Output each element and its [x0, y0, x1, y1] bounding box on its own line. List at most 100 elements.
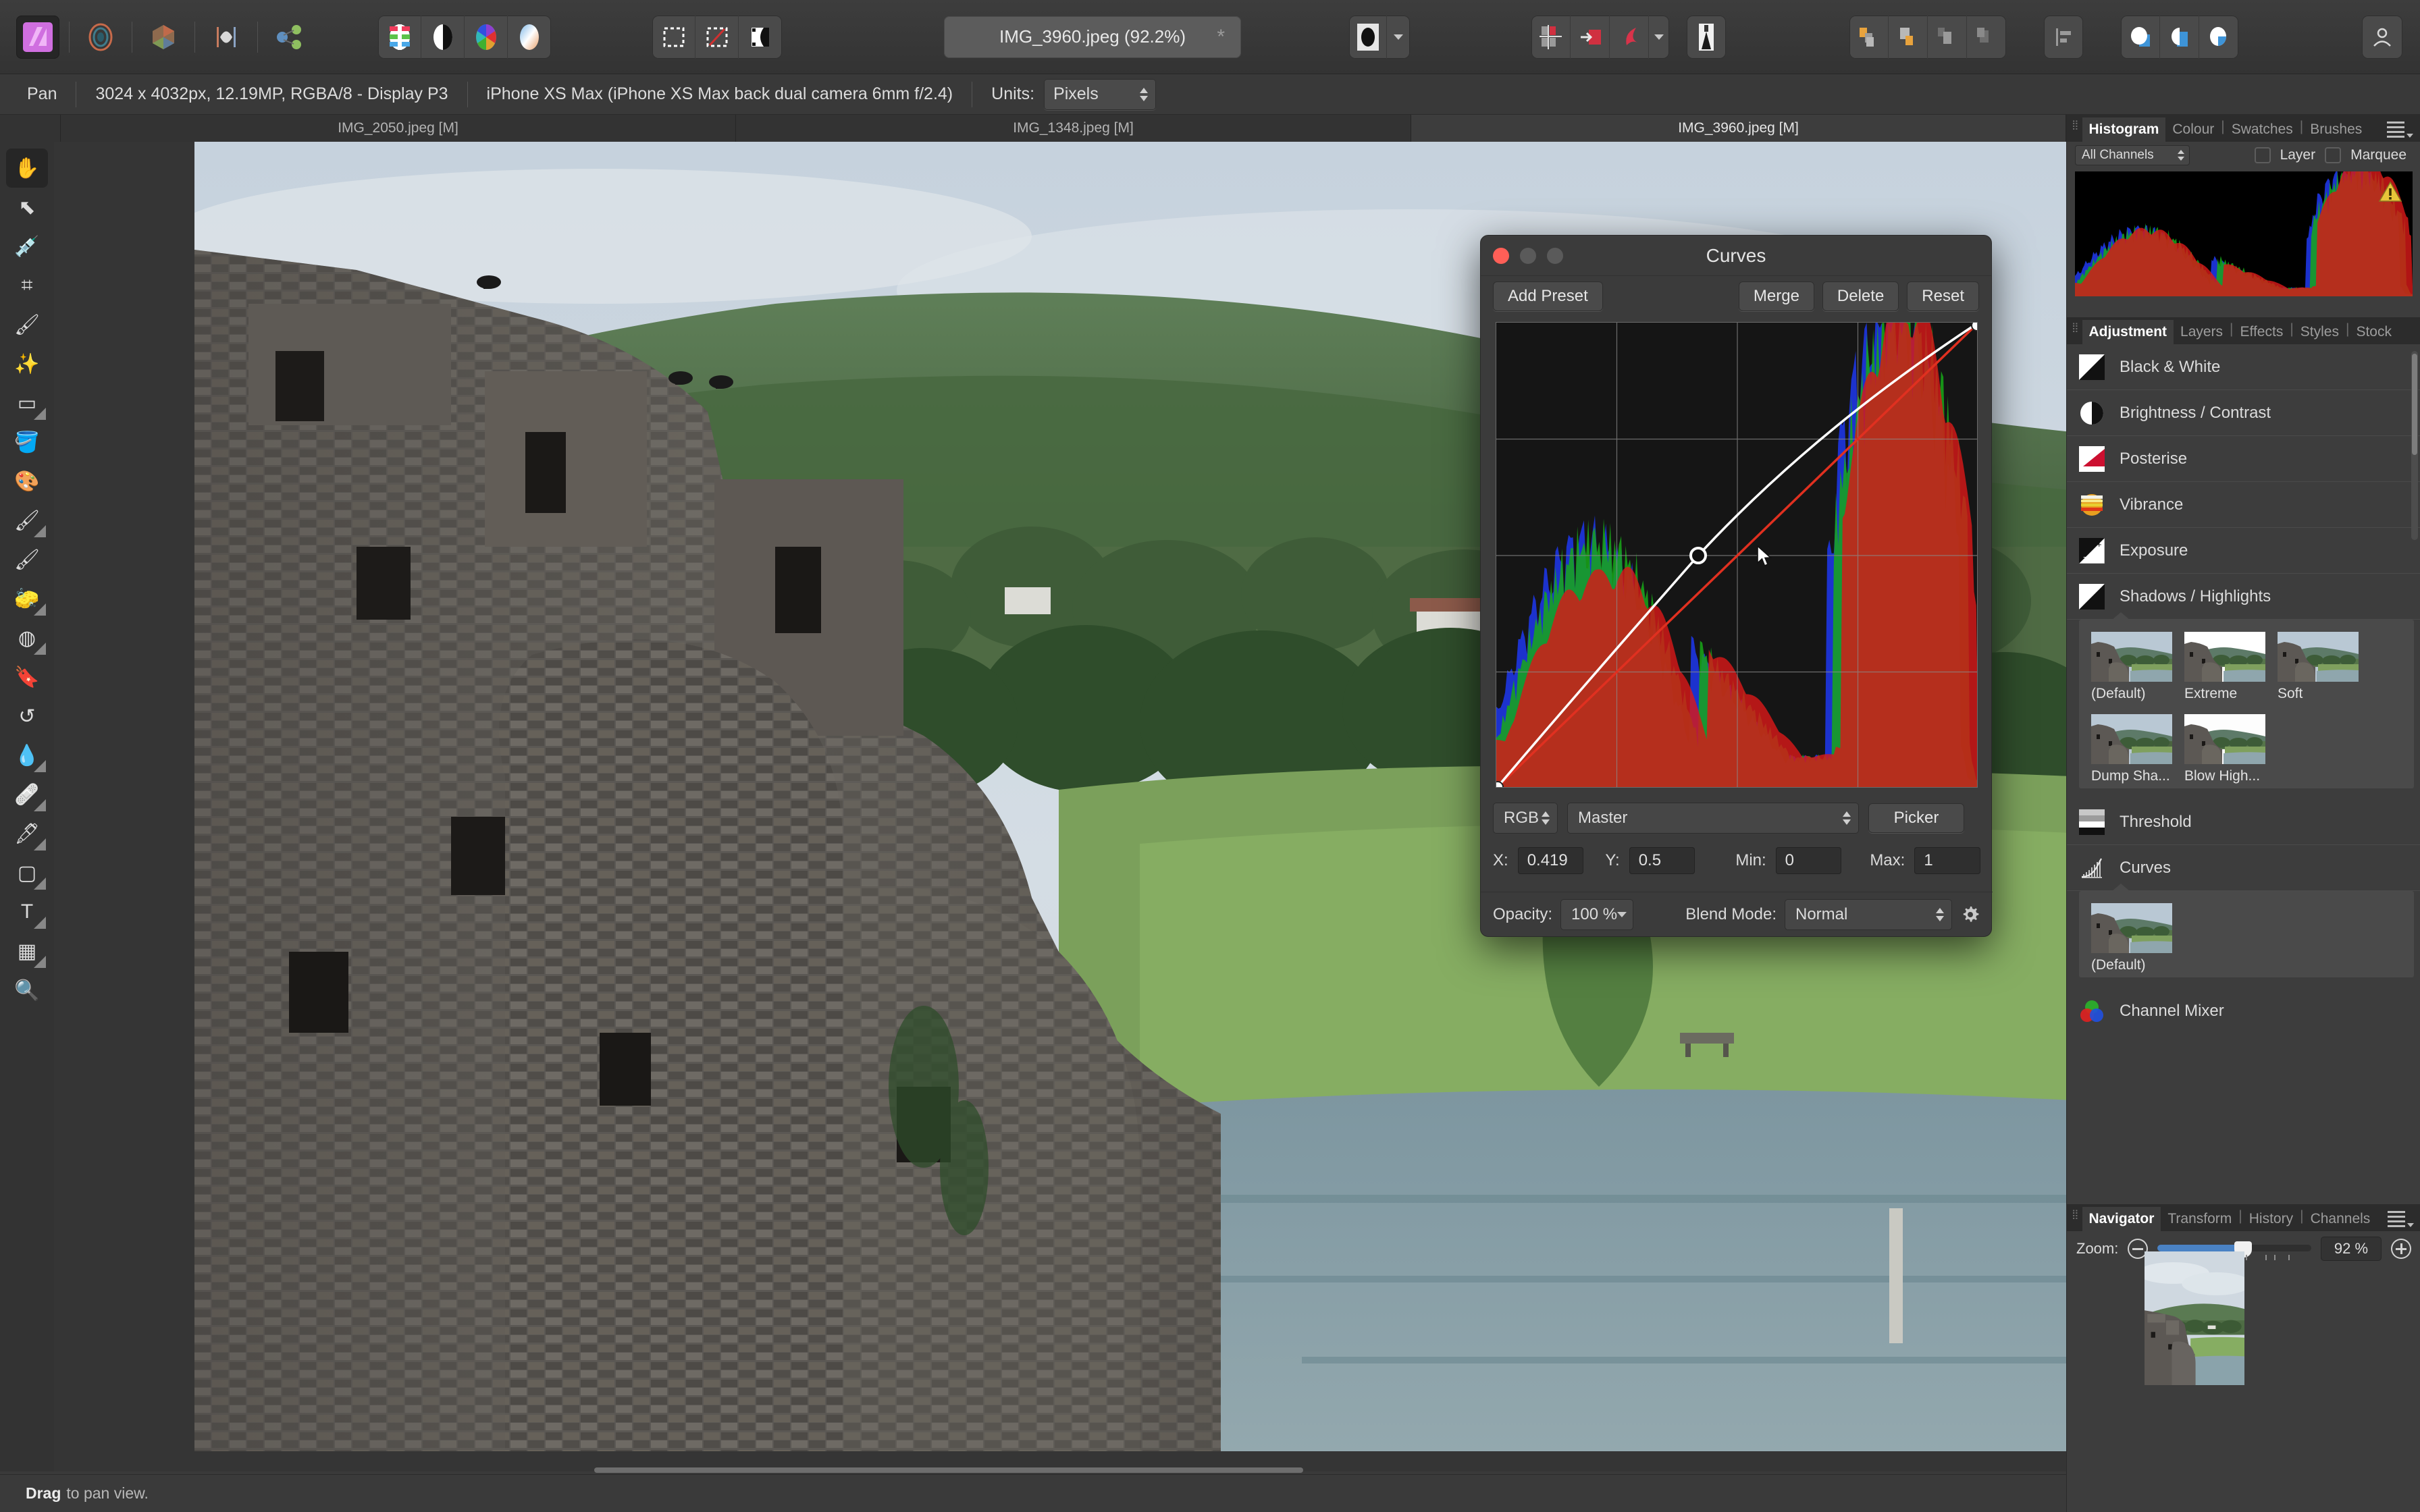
adjustment-item-brightness-contrast[interactable]: Brightness / Contrast — [2067, 390, 2420, 436]
move-forward-icon[interactable] — [1928, 16, 1967, 59]
tab-brushes[interactable]: Brushes — [2303, 117, 2369, 142]
tool-submenu-icon[interactable] — [34, 799, 46, 811]
tab-histogram[interactable]: Histogram — [2082, 117, 2166, 142]
navigator-thumbnail[interactable] — [2145, 1251, 2244, 1385]
move-tool[interactable]: ⬉ — [6, 188, 48, 227]
zoom-value-field[interactable]: 92 % — [2321, 1237, 2382, 1261]
tab-layers[interactable]: Layers — [2174, 320, 2230, 344]
zoom-in-icon[interactable] — [2391, 1239, 2411, 1259]
adjustment-item-vibrance[interactable]: Vibrance — [2067, 482, 2420, 528]
clone-brush-tool[interactable]: 🔖 — [6, 657, 48, 697]
delete-button[interactable]: Delete — [1822, 281, 1899, 311]
dodge-brush-tool[interactable]: ◍ — [6, 618, 48, 657]
adjustment-item-black-and-white[interactable]: Black & White — [2067, 344, 2420, 390]
flood-fill-tool[interactable]: 🪣 — [6, 423, 48, 462]
mesh-warp-tool[interactable]: ▦ — [6, 932, 48, 971]
undo-brush-tool[interactable]: ↺ — [6, 697, 48, 736]
contrast-icon[interactable] — [421, 16, 465, 59]
selection-brush-tool[interactable]: 🖌 — [6, 305, 48, 344]
blur-brush-tool[interactable]: 💧 — [6, 736, 48, 775]
account-icon[interactable] — [2362, 16, 2402, 59]
intersect-boolean-icon[interactable] — [2199, 16, 2238, 59]
assistant-icon[interactable] — [1687, 16, 1726, 59]
preset-thumbnail[interactable]: Blow High... — [2184, 714, 2265, 784]
adjustment-item-posterise[interactable]: Posterise — [2067, 436, 2420, 482]
colour-space-stepper-icon[interactable] — [1542, 811, 1550, 825]
refine-selection-icon[interactable] — [695, 16, 739, 59]
tool-submenu-icon[interactable] — [34, 643, 46, 655]
adjustment-item-threshold[interactable]: Threshold — [2067, 799, 2420, 845]
minimise-button[interactable] — [1520, 248, 1536, 264]
export-persona-icon[interactable] — [267, 16, 311, 59]
document-tab-3[interactable]: IMG_3960.jpeg [M] — [1411, 115, 2066, 142]
tool-submenu-icon[interactable] — [34, 760, 46, 772]
preset-thumbnail[interactable]: Extreme — [2184, 632, 2265, 702]
tab-stock[interactable]: Stock — [2349, 320, 2398, 344]
curves-plot[interactable] — [1496, 323, 1978, 788]
preset-thumbnail[interactable]: Dump Sha... — [2091, 714, 2172, 784]
tool-submenu-icon[interactable] — [34, 408, 46, 420]
colour-replacement-tool[interactable]: 🎨 — [6, 462, 48, 501]
colour-wheel-icon[interactable] — [465, 16, 508, 59]
tool-submenu-icon[interactable] — [34, 838, 46, 850]
panel-menu-icon[interactable] — [2387, 122, 2413, 138]
picker-button[interactable]: Picker — [1868, 803, 1964, 833]
align-left-icon[interactable] — [2044, 16, 2083, 59]
adjustment-item-exposure[interactable]: +− Exposure — [2067, 528, 2420, 574]
tab-colour[interactable]: Colour — [2165, 117, 2221, 142]
adjustment-list-scroll[interactable]: Black & White Brightness / Contrast Post… — [2067, 344, 2420, 1319]
panel-grip-icon[interactable]: ⦙⦙ — [2067, 321, 2082, 340]
clipping-warning-icon[interactable] — [2378, 181, 2402, 202]
add-preset-button[interactable]: Add Preset — [1493, 281, 1603, 311]
document-title-field[interactable]: IMG_3960.jpeg (92.2%) * — [944, 16, 1241, 58]
subtract-boolean-icon[interactable] — [2160, 16, 2199, 59]
quick-mask-dropdown-icon[interactable] — [1387, 16, 1410, 59]
histogram-channel-stepper-icon[interactable] — [2178, 150, 2184, 161]
liquify-persona-icon[interactable] — [142, 16, 185, 59]
tool-submenu-icon[interactable] — [34, 956, 46, 968]
tab-effects[interactable]: Effects — [2234, 320, 2290, 344]
max-input[interactable]: 1 — [1914, 847, 1980, 874]
tool-submenu-icon[interactable] — [34, 525, 46, 537]
selection-from-layer-icon[interactable] — [739, 16, 782, 59]
channels-icon[interactable] — [378, 16, 421, 59]
grid-snapping-icon[interactable] — [1531, 16, 1571, 59]
opacity-field[interactable]: 100 % — [1560, 899, 1633, 930]
crop-tool[interactable]: ⌗ — [6, 266, 48, 305]
tab-navigator[interactable]: Navigator — [2082, 1207, 2161, 1231]
close-button[interactable] — [1493, 248, 1509, 264]
x-input[interactable]: 0.419 — [1518, 847, 1584, 874]
channel-select[interactable]: Master — [1567, 803, 1859, 834]
tab-channels[interactable]: Channels — [2304, 1207, 2377, 1231]
blend-mode-select[interactable]: Normal — [1785, 899, 1952, 930]
panel-grip-icon[interactable]: ⦙⦙ — [2067, 119, 2082, 138]
window-controls[interactable] — [1493, 248, 1563, 264]
opacity-dropdown-icon[interactable] — [1617, 912, 1627, 917]
tab-styles[interactable]: Styles — [2294, 320, 2346, 344]
layer-checkbox[interactable] — [2255, 147, 2271, 163]
flood-select-tool[interactable]: ✨ — [6, 344, 48, 383]
pen-tool[interactable]: 🖋 — [6, 814, 48, 853]
rectangle-shape-tool[interactable]: ▢ — [6, 853, 48, 892]
gear-icon[interactable] — [1960, 905, 1980, 925]
paint-brush-tool[interactable]: 🖌 — [6, 501, 48, 540]
adjustment-scrollbar[interactable] — [2411, 351, 2418, 540]
move-to-back-icon[interactable] — [1889, 16, 1928, 59]
move-to-front-icon[interactable] — [1849, 16, 1889, 59]
tool-submenu-icon[interactable] — [34, 878, 46, 890]
panel-grip-icon[interactable]: ⦙⦙ — [2067, 1208, 2082, 1227]
zoom-button[interactable] — [1547, 248, 1563, 264]
move-backward-icon[interactable] — [1967, 16, 2006, 59]
units-select[interactable]: Pixels — [1044, 79, 1156, 110]
healing-brush-tool[interactable]: 🩹 — [6, 775, 48, 814]
reset-button[interactable]: Reset — [1907, 281, 1979, 311]
tab-transform[interactable]: Transform — [2161, 1207, 2238, 1231]
colour-space-select[interactable]: RGB — [1493, 803, 1558, 834]
histogram-channel-select[interactable]: All Channels — [2075, 145, 2190, 165]
colour-picker-tool[interactable]: 💉 — [6, 227, 48, 266]
preset-thumbnail[interactable]: (Default) — [2091, 632, 2172, 702]
channel-stepper-icon[interactable] — [1843, 811, 1851, 825]
tab-adjustment[interactable]: Adjustment — [2082, 320, 2174, 344]
tool-submenu-icon[interactable] — [34, 917, 46, 929]
tone-mapping-persona-icon[interactable] — [205, 16, 248, 59]
